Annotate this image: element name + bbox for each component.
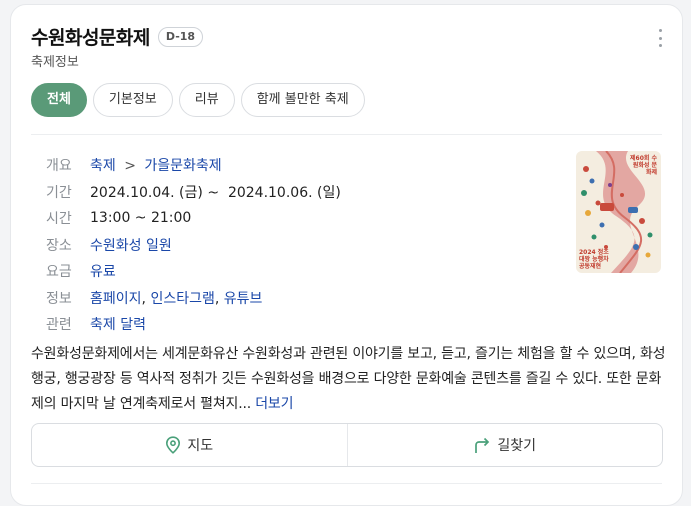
info-row-place: 장소 수원화성 일원 xyxy=(46,232,341,259)
directions-button[interactable]: 길찾기 xyxy=(346,424,663,466)
tab-all[interactable]: 전체 xyxy=(31,83,87,117)
instagram-link[interactable]: 인스타그램 xyxy=(150,291,214,307)
subcategory-link[interactable]: 가을문화축제 xyxy=(144,158,221,174)
directions-label: 길찾기 xyxy=(497,438,537,454)
tab-reviews[interactable]: 리뷰 xyxy=(178,83,235,117)
more-link[interactable]: 더보기 xyxy=(255,396,293,412)
info-label: 정보 xyxy=(46,290,72,307)
info-label: 기간 xyxy=(46,184,72,201)
map-label: 지도 xyxy=(187,438,214,454)
info-label: 관련 xyxy=(46,317,72,334)
divider xyxy=(31,134,662,135)
description: 수원화성문화제에서는 세계문화유산 수원화성과 관련된 이야기를 보고, 듣고,… xyxy=(31,342,666,417)
info-value: 축제 > 가을문화축제 xyxy=(90,155,222,175)
info-row-period: 기간 2024.10.04. (금) ~ 2024.10.06. (일) xyxy=(46,179,341,206)
tab-bar: 전체 기본정보 리뷰 함께 볼만한 축제 xyxy=(31,83,365,117)
homepage-link[interactable]: 홈페이지 xyxy=(90,291,142,307)
subtitle: 축제정보 xyxy=(31,55,79,70)
period-value: 2024.10.04. (금) ~ 2024.10.06. (일) xyxy=(90,184,341,201)
place-link[interactable]: 수원화성 일원 xyxy=(90,235,172,255)
tab-basic-info[interactable]: 기본정보 xyxy=(92,83,173,117)
info-label: 장소 xyxy=(46,237,72,254)
poster-title-text: 제60회 수원화성 문화제 xyxy=(630,155,657,176)
map-button[interactable]: 지도 xyxy=(32,424,347,466)
info-list: 개요 축제 > 가을문화축제 기간 2024.10.04. (금) ~ 2024… xyxy=(46,152,341,338)
info-row-time: 시간 13:00 ~ 21:00 xyxy=(46,205,341,232)
fee-link[interactable]: 유료 xyxy=(90,261,116,281)
map-pin-icon xyxy=(166,436,181,454)
info-row-overview: 개요 축제 > 가을문화축제 xyxy=(46,152,341,179)
festival-card: 수원화성문화제 D-18 축제정보 전체 기본정보 리뷰 함께 볼만한 축제 개… xyxy=(10,4,683,506)
breadcrumb-separator: > xyxy=(124,158,136,175)
action-bar: 지도 길찾기 xyxy=(31,423,663,467)
description-text: 수원화성문화제에서는 세계문화유산 수원화성과 관련된 이야기를 보고, 듣고,… xyxy=(31,346,666,412)
info-row-related: 관련 축제 달력 xyxy=(46,311,341,338)
more-options-icon[interactable] xyxy=(654,29,666,47)
info-label: 요금 xyxy=(46,264,72,281)
time-value: 13:00 ~ 21:00 xyxy=(90,210,192,227)
poster-bottom-text: 2024 정조대왕 능행차 공동재현 xyxy=(579,249,609,270)
info-value: 홈페이지, 인스타그램, 유튜브 xyxy=(90,288,262,308)
tab-related-festivals[interactable]: 함께 볼만한 축제 xyxy=(240,83,365,117)
info-label: 개요 xyxy=(46,158,72,175)
page-title: 수원화성문화제 xyxy=(31,27,150,49)
title-row: 수원화성문화제 D-18 xyxy=(31,23,204,50)
directions-arrow-icon xyxy=(475,437,490,453)
festival-poster-image[interactable]: 제60회 수원화성 문화제 2024 정조대왕 능행차 공동재현 xyxy=(576,151,661,273)
dday-badge: D-18 xyxy=(157,26,204,47)
festival-calendar-link[interactable]: 축제 달력 xyxy=(90,314,146,334)
info-row-links: 정보 홈페이지, 인스타그램, 유튜브 xyxy=(46,285,341,312)
divider xyxy=(31,483,662,484)
info-row-fee: 요금 유료 xyxy=(46,258,341,285)
info-label: 시간 xyxy=(46,211,72,228)
category-link[interactable]: 축제 xyxy=(90,158,116,174)
youtube-link[interactable]: 유튜브 xyxy=(224,291,263,307)
link-separator: , xyxy=(214,290,224,307)
